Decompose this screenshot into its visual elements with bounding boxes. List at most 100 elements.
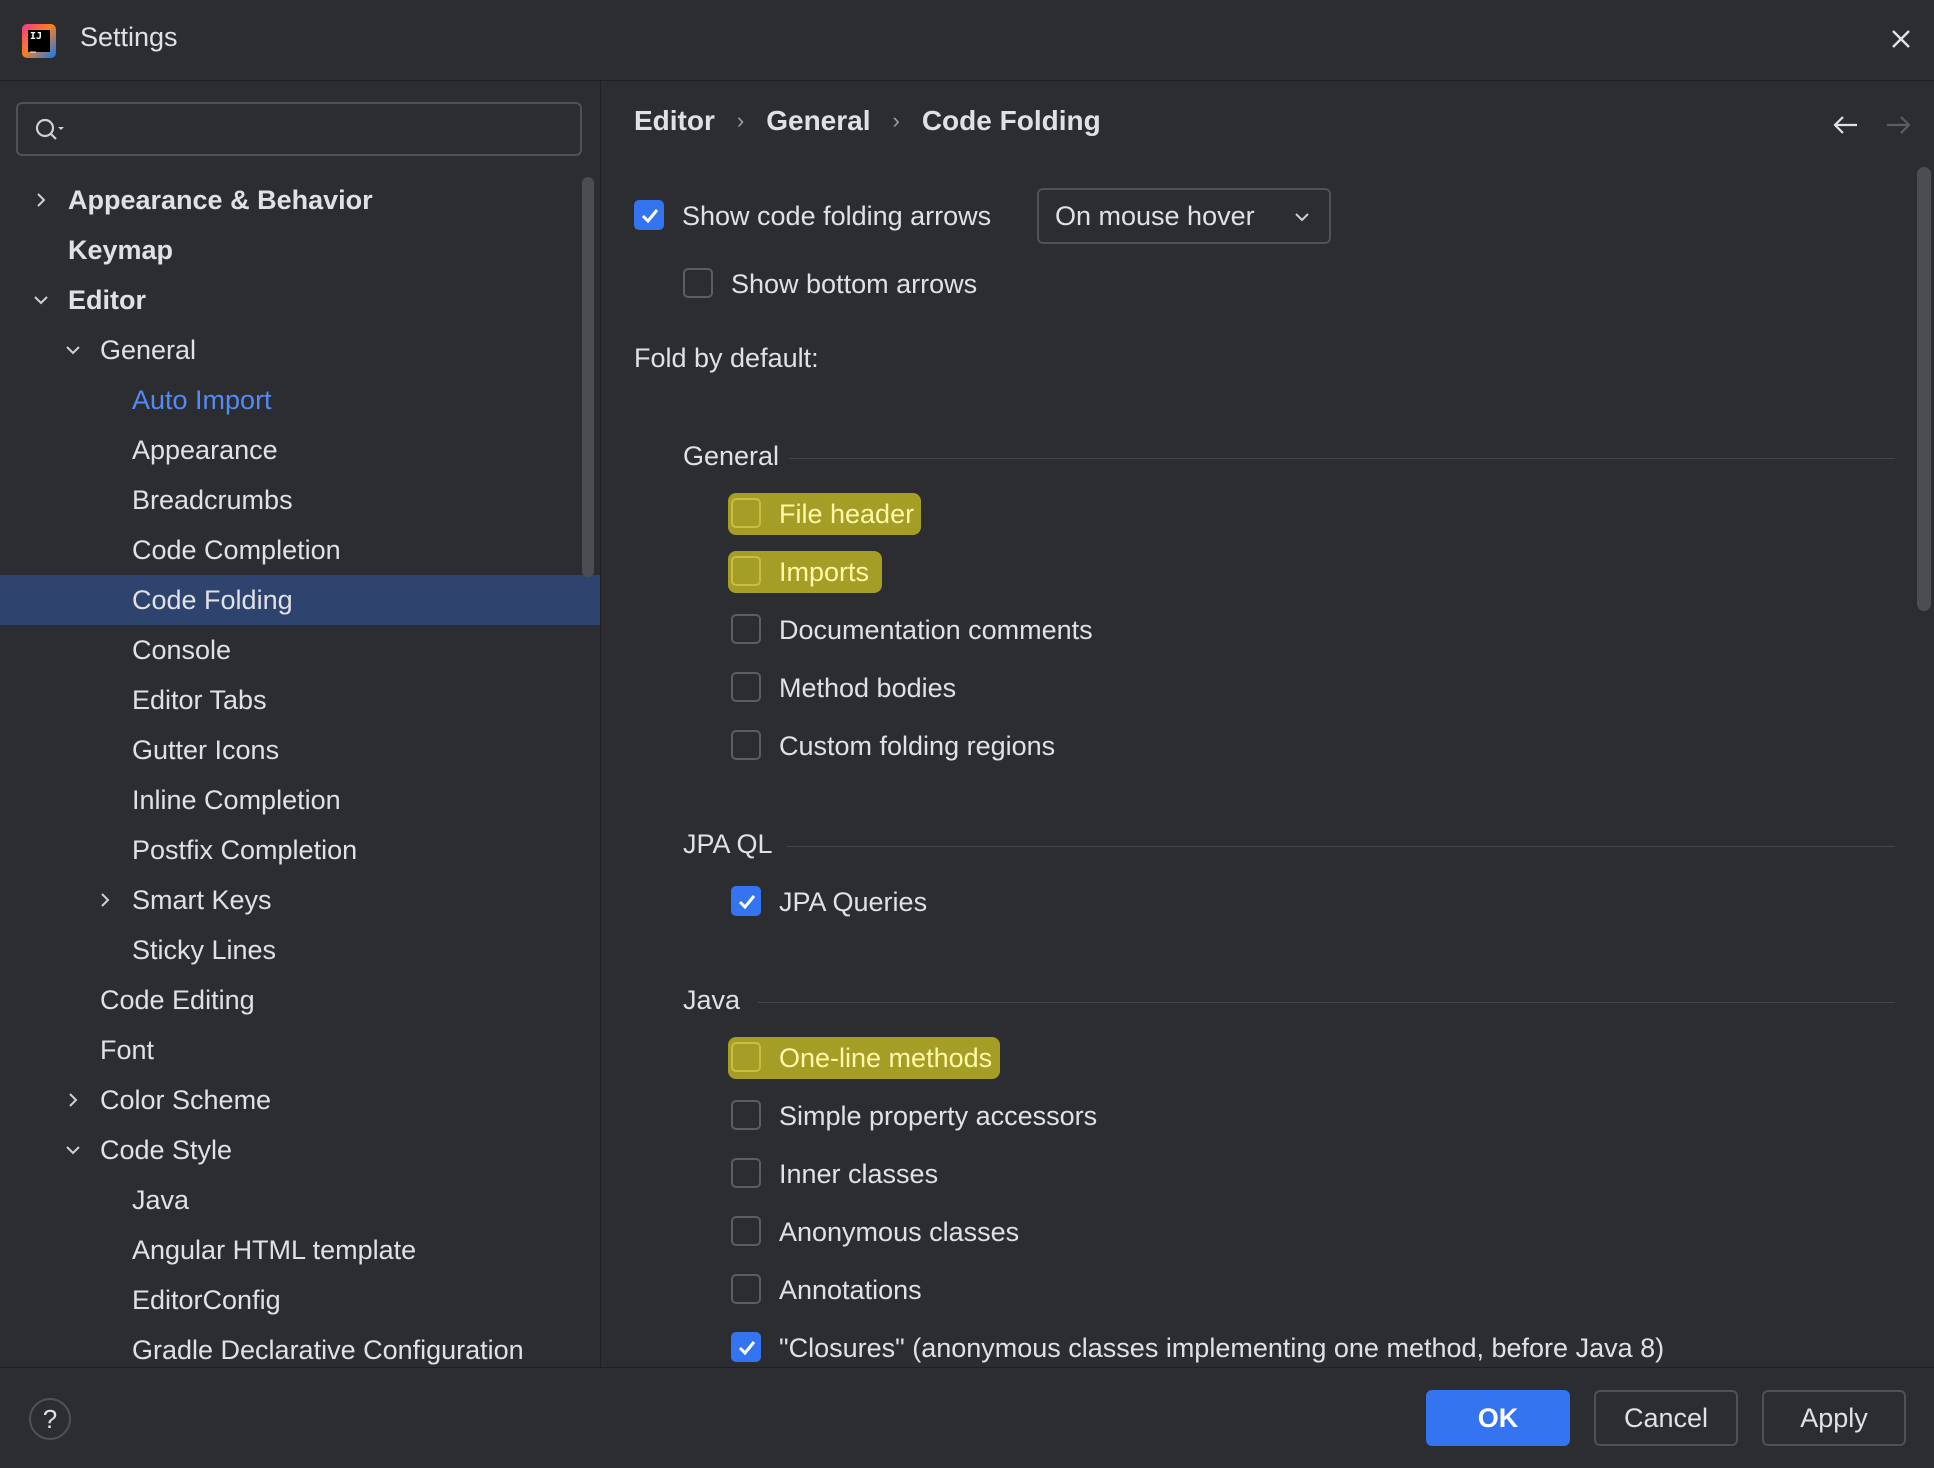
folding-arrows-mode-dropdown[interactable]: On mouse hover [1037,188,1331,244]
arrow-left-icon [1833,116,1857,134]
chevron-down-icon [1295,213,1309,222]
tree-item-java[interactable]: Java [0,1175,600,1225]
checkbox-unchecked-icon [731,1274,761,1304]
checkbox-unchecked-icon [731,730,761,760]
tree-item-color-scheme[interactable]: Color Scheme [0,1075,600,1125]
checkbox-unchecked-icon [731,1158,761,1188]
tree-item-editor[interactable]: Editor [0,275,600,325]
dialog-footer: ? OK Cancel Apply [0,1367,1934,1468]
checkbox-label: Show code folding arrows [682,201,992,231]
breadcrumb-separator-icon: › [892,108,900,133]
tree-item-label: General [100,335,197,365]
tree-item-auto-import[interactable]: Auto Import [0,375,600,425]
tree-item-editorconfig[interactable]: EditorConfig [0,1275,600,1325]
content-scrollbar[interactable] [1917,167,1931,611]
tree-item-label: Code Completion [132,535,341,565]
checkbox-label: One-line methods [779,1043,993,1073]
search-box[interactable] [16,102,582,156]
cancel-button[interactable]: Cancel [1594,1390,1738,1446]
close-button[interactable] [1880,18,1922,60]
chevron-down-icon [34,296,48,305]
apply-button[interactable]: Apply [1762,1390,1906,1446]
settings-content: Editor › General › Code Folding Show code fo… [601,81,1934,1367]
group-separator [789,458,1895,459]
tree-item-font[interactable]: Font [0,1025,600,1075]
tree-item-label: Sticky Lines [132,935,277,965]
tree-item-label: Keymap [68,235,174,265]
close-icon [1892,30,1910,48]
tree-item-code-folding[interactable]: Code Folding [0,575,600,625]
tree-item-postfix-completion[interactable]: Postfix Completion [0,825,600,875]
chevron-right-icon [101,893,110,907]
checkbox-checked-icon [731,886,761,916]
tree-item-label: Code Folding [132,585,293,615]
help-button[interactable]: ? [29,1398,71,1440]
ok-button[interactable]: OK [1426,1390,1570,1446]
forward-button[interactable] [1883,111,1913,139]
tree-item-label: Gradle Declarative Configuration [132,1335,524,1365]
chevron-down-icon [66,346,80,355]
tree-item-gutter-icons[interactable]: Gutter Icons [0,725,600,775]
breadcrumb: Editor › General › Code Folding [634,105,1101,137]
tree-item-inline-completion[interactable]: Inline Completion [0,775,600,825]
tree-item-editor-tabs[interactable]: Editor Tabs [0,675,600,725]
tree-item-label: Console [132,635,232,665]
tree-item-angular-html-template[interactable]: Angular HTML template [0,1225,600,1275]
settings-tree: Appearance & Behavior Keymap Editor Gene… [0,175,600,1367]
group-title-java: Java [683,985,741,1015]
tree-item-appearance-behavior[interactable]: Appearance & Behavior [0,175,600,225]
search-input[interactable] [76,110,570,150]
tree-item-smart-keys[interactable]: Smart Keys [0,875,600,925]
sidebar-scrollbar[interactable] [582,177,594,577]
checkbox-unchecked-icon [731,672,761,702]
tree-item-label: Auto Import [132,385,272,415]
breadcrumb-item: Code Folding [921,105,1101,136]
settings-dialog: IJ _ Settings Appearance & Behavior Keym… [0,0,1934,1468]
title-bar: IJ _ Settings [0,0,1934,81]
group-separator [758,1002,1895,1003]
tree-item-label: Angular HTML template [132,1235,417,1265]
tree-item-code-style[interactable]: Code Style [0,1125,600,1175]
checkbox-label: Documentation comments [779,615,1093,645]
tree-item-gradle-declarative-configuration[interactable]: Gradle Declarative Configuration [0,1325,600,1367]
tree-item-code-completion[interactable]: Code Completion [0,525,600,575]
tree-item-appearance[interactable]: Appearance [0,425,600,475]
tree-item-label: Code Style [100,1135,233,1165]
tree-item-console[interactable]: Console [0,625,600,675]
checkbox-label: Anonymous classes [779,1217,1020,1247]
breadcrumb-item[interactable]: Editor [634,105,715,137]
group-title-jpa-ql: JPA QL [683,829,773,859]
tree-item-label: Breadcrumbs [132,485,293,515]
checkbox-checked-icon [731,1332,761,1362]
tree-item-label: Inline Completion [132,785,341,815]
checkbox-label: Annotations [779,1275,922,1305]
tree-item-sticky-lines[interactable]: Sticky Lines [0,925,600,975]
arrow-right-icon [1887,116,1911,134]
tree-item-label: EditorConfig [132,1285,281,1315]
checkbox-unchecked-icon [731,1100,761,1130]
group-title-general: General [683,441,780,471]
window-title: Settings [80,22,178,52]
checkbox-label: Custom folding regions [779,731,1056,761]
chevron-right-icon [69,1093,78,1107]
checkbox-unchecked-icon [731,1216,761,1246]
tree-item-label: Font [100,1035,155,1065]
tree-item-general[interactable]: General [0,325,600,375]
back-button[interactable] [1831,111,1861,139]
chevron-right-icon [37,193,46,207]
search-icon [35,118,64,140]
checkbox-checked-icon [634,200,664,230]
checkbox-unchecked-icon [731,614,761,644]
checkbox-label: Method bodies [779,673,957,703]
checkbox-unchecked-icon [731,1042,761,1072]
dropdown-value: On mouse hover [1055,201,1255,231]
tree-item-keymap[interactable]: Keymap [0,225,600,275]
checkbox-label: Simple property accessors [779,1101,1098,1131]
checkbox-label: JPA Queries [779,887,928,917]
checkbox-unchecked-icon [731,498,761,528]
tree-item-code-editing[interactable]: Code Editing [0,975,600,1025]
tree-item-breadcrumbs[interactable]: Breadcrumbs [0,475,600,525]
checkbox-unchecked-icon [731,556,761,586]
checkbox-label: File header [779,499,915,529]
breadcrumb-item[interactable]: General [766,105,870,137]
